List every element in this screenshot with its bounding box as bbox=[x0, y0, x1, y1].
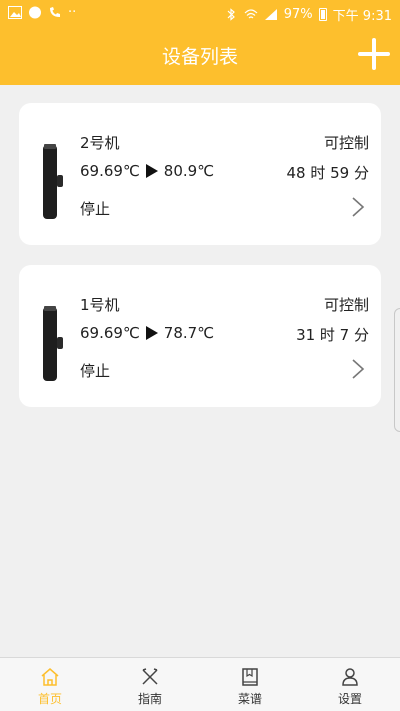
page-title: 设备列表 bbox=[161, 46, 238, 68]
temperature-readout: 69.69℃ 78.7℃ bbox=[80, 324, 214, 342]
more-notifications-icon: ·· bbox=[68, 5, 77, 20]
device-name: 1号机 bbox=[80, 296, 120, 314]
device-name: 2号机 bbox=[80, 134, 120, 152]
status-bar: ·· 97% 下午 9:31 bbox=[0, 0, 400, 27]
tab-label: 设置 bbox=[337, 692, 362, 706]
device-card[interactable]: 2号机 69.69℃ 80.9℃ 停止 可控制 48 时 59 分 bbox=[19, 103, 381, 245]
utensils-icon bbox=[142, 668, 158, 685]
chevron-right-icon[interactable] bbox=[351, 197, 365, 217]
device-state: 停止 bbox=[80, 362, 111, 380]
device-state: 停止 bbox=[80, 200, 111, 218]
time-remaining: 48 时 59 分 bbox=[286, 164, 369, 182]
control-status: 可控制 bbox=[323, 296, 369, 314]
tab-home[interactable]: 首页 bbox=[0, 658, 100, 711]
current-temp: 69.69℃ bbox=[80, 324, 140, 342]
target-temp: 78.7℃ bbox=[163, 324, 215, 342]
missed-call-icon bbox=[50, 7, 60, 17]
sous-vide-device-icon bbox=[43, 144, 63, 219]
temperature-readout: 69.69℃ 80.9℃ bbox=[80, 162, 214, 180]
chevron-right-icon[interactable] bbox=[351, 359, 365, 379]
time-remaining: 31 时 7 分 bbox=[296, 326, 369, 344]
tab-label: 菜谱 bbox=[237, 692, 262, 706]
gallery-icon bbox=[8, 6, 22, 19]
battery-icon bbox=[318, 8, 327, 21]
battery-percent: 97% bbox=[283, 7, 313, 22]
current-temp: 69.69℃ bbox=[80, 162, 140, 180]
tab-guide[interactable]: 指南 bbox=[100, 658, 200, 711]
header-bar: ·· 97% 下午 9:31 设备列表 bbox=[0, 0, 400, 85]
tab-label: 首页 bbox=[37, 692, 62, 706]
wifi-icon bbox=[244, 9, 258, 19]
arrow-right-icon bbox=[145, 164, 158, 178]
target-temp: 80.9℃ bbox=[163, 162, 215, 180]
bottom-tab-bar: 首页 指南 菜谱 设置 bbox=[0, 657, 400, 711]
bluetooth-icon bbox=[227, 8, 235, 21]
edge-panel-handle[interactable] bbox=[394, 308, 400, 432]
sous-vide-device-icon bbox=[43, 306, 63, 381]
home-icon bbox=[41, 668, 59, 686]
tab-label: 指南 bbox=[137, 692, 162, 706]
clock: 下午 9:31 bbox=[332, 9, 392, 24]
plus-icon[interactable] bbox=[358, 38, 390, 70]
arrow-right-icon bbox=[145, 326, 158, 340]
control-status: 可控制 bbox=[323, 134, 369, 152]
signal-icon bbox=[264, 9, 277, 20]
device-card[interactable]: 1号机 69.69℃ 78.7℃ 停止 可控制 31 时 7 分 bbox=[19, 265, 381, 407]
book-icon bbox=[242, 668, 258, 686]
tab-recipes[interactable]: 菜谱 bbox=[200, 658, 300, 711]
user-icon bbox=[342, 668, 358, 686]
tab-settings[interactable]: 设置 bbox=[300, 658, 400, 711]
app-notification-icon bbox=[29, 6, 41, 19]
